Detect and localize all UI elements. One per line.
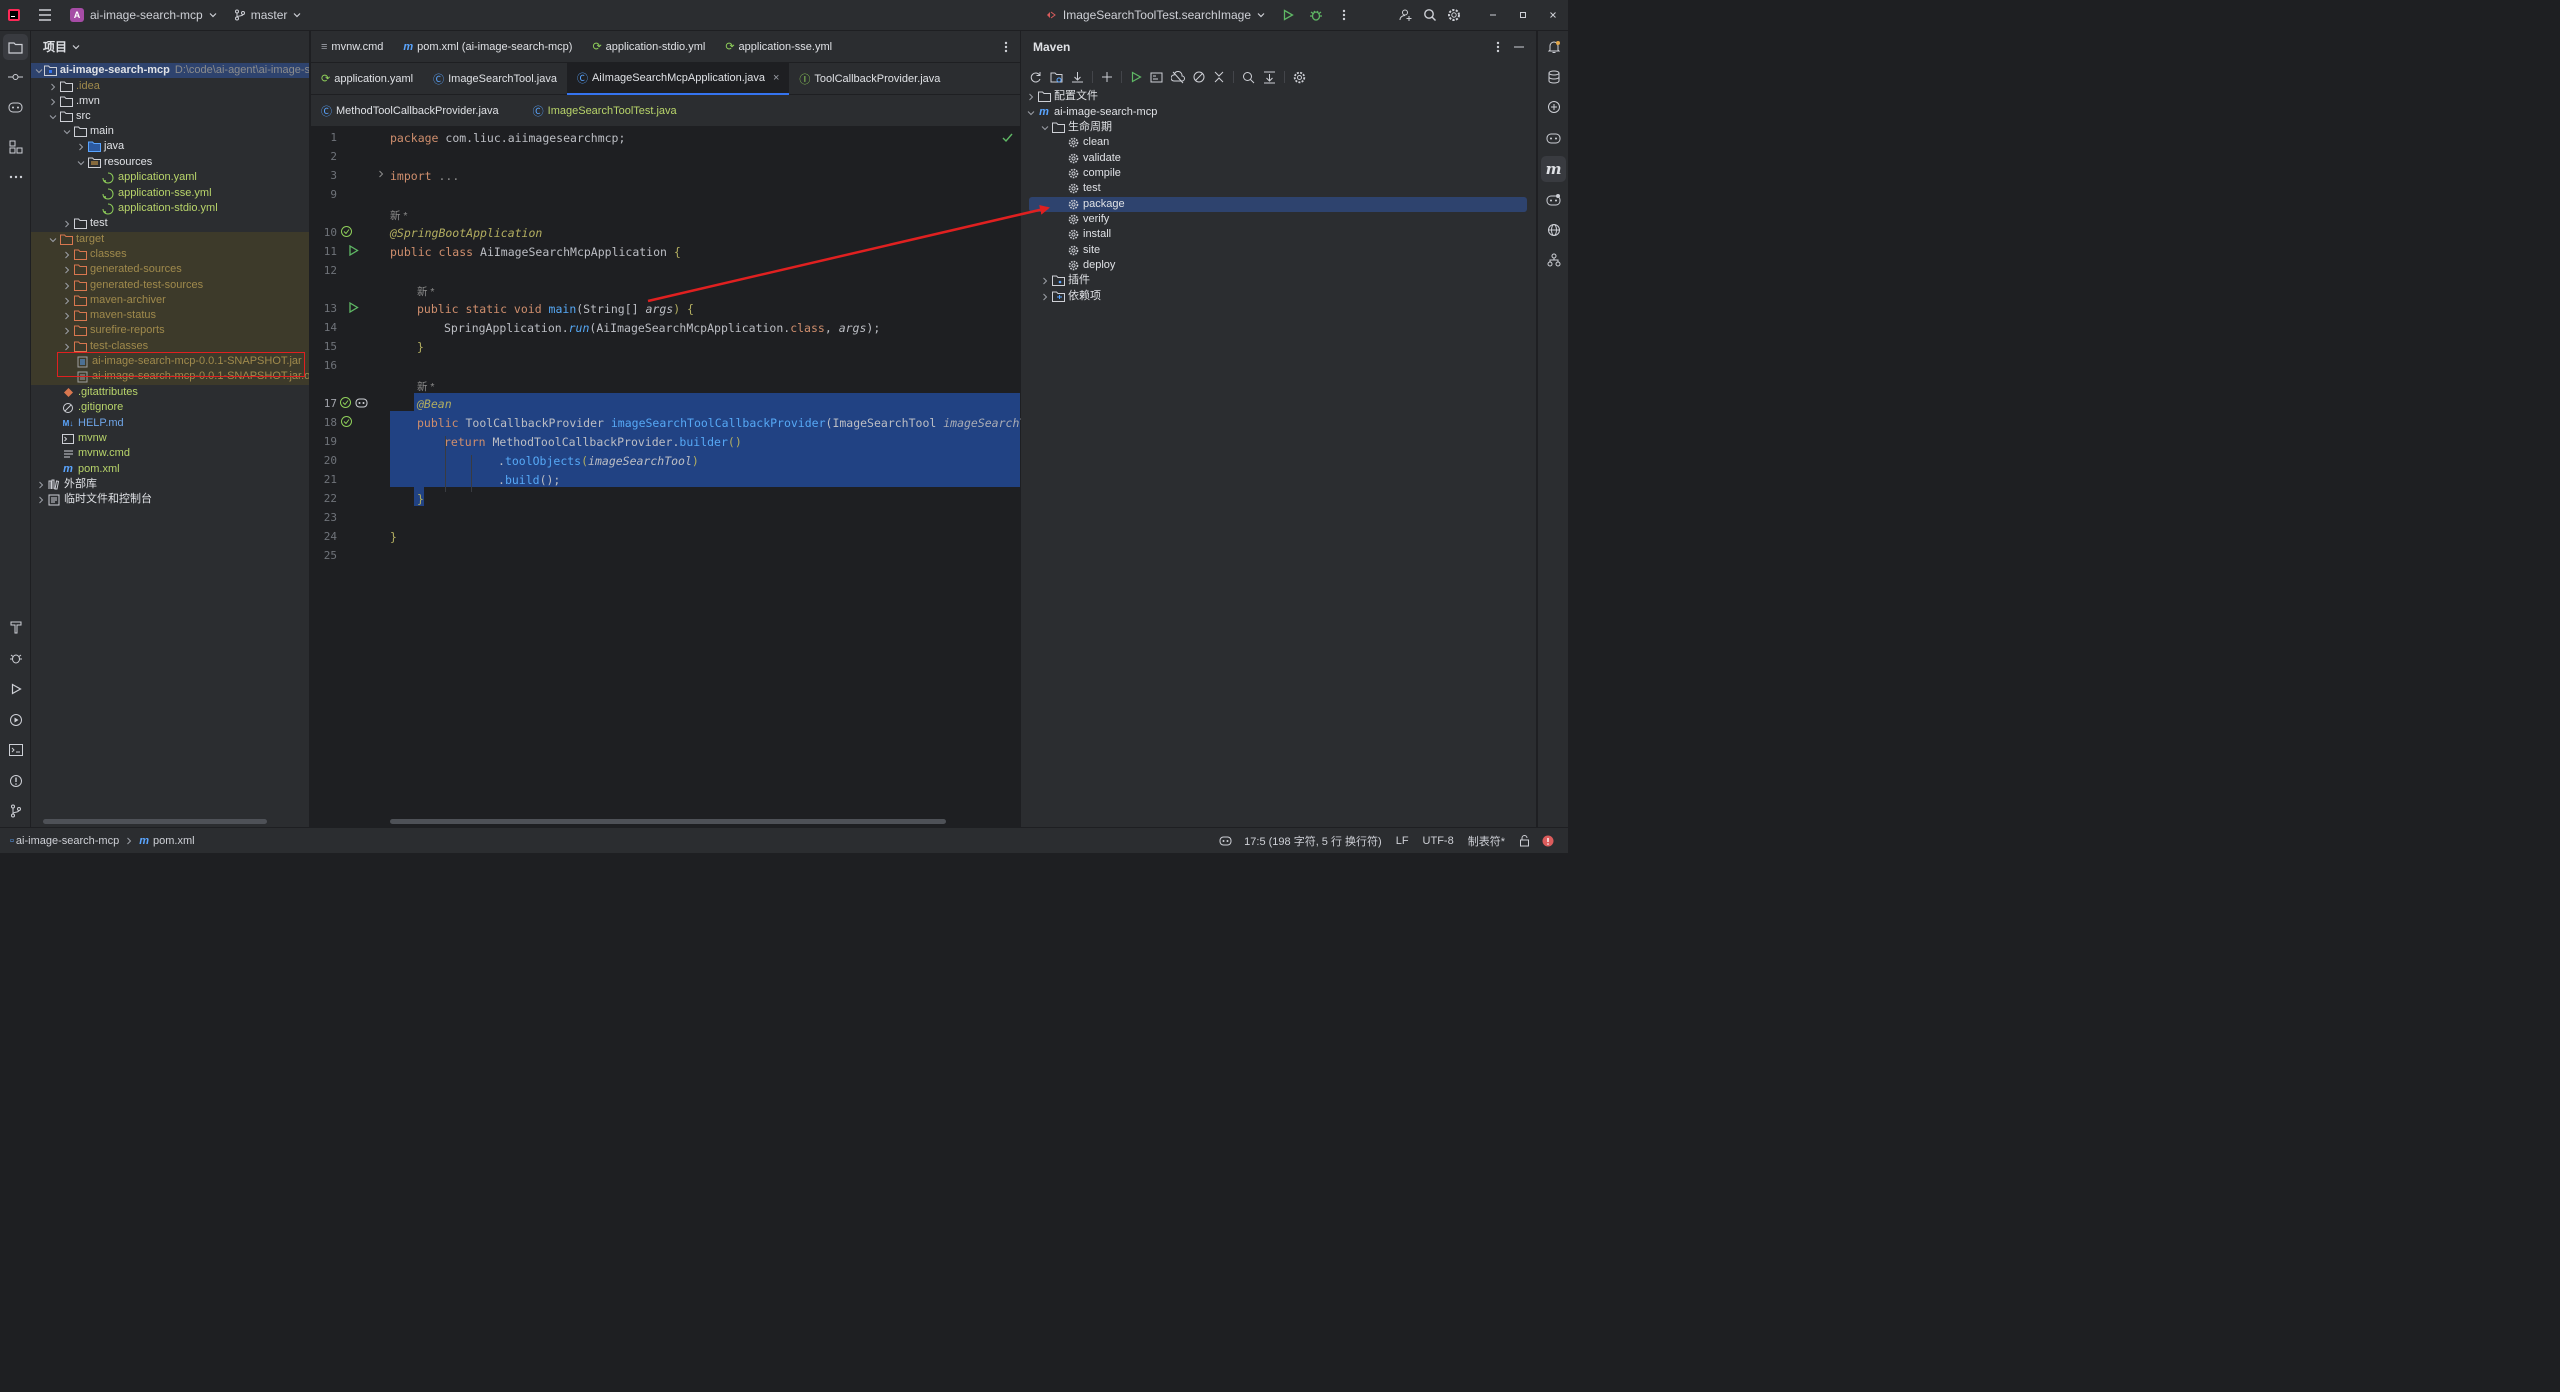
- module-icon: ▫: [10, 834, 14, 847]
- breadcrumb-project[interactable]: ai-image-search-mcp: [16, 835, 119, 847]
- chevron-right-icon: [127, 837, 132, 844]
- annotation-arrow: [647, 204, 1050, 303]
- status-bar: ▫ ai-image-search-mcp m pom.xml 17:5 (19…: [0, 827, 1568, 853]
- error-icon[interactable]: [1542, 835, 1554, 847]
- caret-position[interactable]: 17:5 (198 字符, 5 行 换行符): [1244, 833, 1382, 849]
- line-separator[interactable]: LF: [1396, 835, 1409, 847]
- file-encoding[interactable]: UTF-8: [1423, 835, 1454, 847]
- ai-status-icon[interactable]: [1219, 835, 1232, 847]
- maven-icon: m: [139, 834, 149, 847]
- indent-setting[interactable]: 制表符*: [1468, 833, 1505, 849]
- breadcrumb-file[interactable]: pom.xml: [153, 835, 195, 847]
- lock-icon[interactable]: [1519, 834, 1530, 847]
